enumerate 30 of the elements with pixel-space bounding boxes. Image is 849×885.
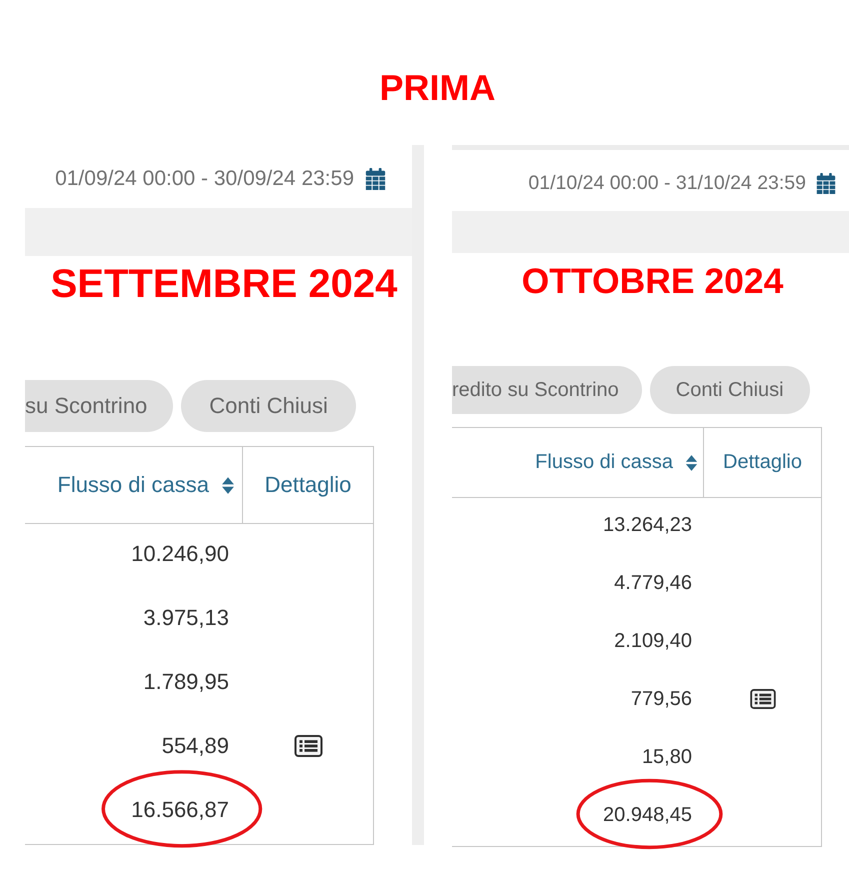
month-label: SETTEMBRE 2024 [50, 262, 398, 306]
sort-icon[interactable] [221, 476, 235, 494]
table-cell: 779,56 [630, 688, 692, 710]
month-label: OTTOBRE 2024 [522, 261, 784, 301]
calendar-icon[interactable] [365, 168, 386, 190]
table-cell: 4.779,46 [614, 572, 692, 594]
date-range-text: 01/10/24 00:00 - 31/10/24 23:59 [528, 172, 806, 194]
page-title: PRIMA [380, 67, 496, 108]
table-cell: 3.975,13 [143, 605, 229, 630]
filter-chip[interactable]: su Scontrino [25, 380, 174, 432]
calendar-icon[interactable] [816, 172, 836, 194]
filter-chip[interactable]: redito su Scontrino [452, 366, 642, 414]
table-cell: 15,80 [642, 746, 692, 768]
filter-chip[interactable]: Conti Chiusi [650, 366, 810, 414]
list-icon[interactable] [750, 689, 776, 709]
table-cell: 1.789,95 [143, 669, 229, 694]
table-cell: 20.948,45 [603, 804, 692, 826]
filter-chip[interactable]: Conti Chiusi [181, 380, 356, 432]
table-cell: 16.566,87 [131, 797, 229, 822]
column-header: Dettaglio [723, 451, 802, 474]
column-header: Dettaglio [264, 472, 352, 498]
table-cell: 2.109,40 [614, 630, 692, 652]
date-range-text: 01/09/24 00:00 - 30/09/24 23:59 [55, 166, 354, 190]
list-icon[interactable] [294, 735, 322, 757]
sort-icon[interactable] [685, 454, 698, 472]
table-cell: 10.246,90 [131, 541, 229, 566]
table-cell: 554,89 [162, 733, 229, 758]
column-header[interactable]: Flusso di cassa [535, 451, 698, 474]
column-header[interactable]: Flusso di cassa [57, 472, 235, 498]
table-cell: 13.264,23 [603, 514, 692, 536]
